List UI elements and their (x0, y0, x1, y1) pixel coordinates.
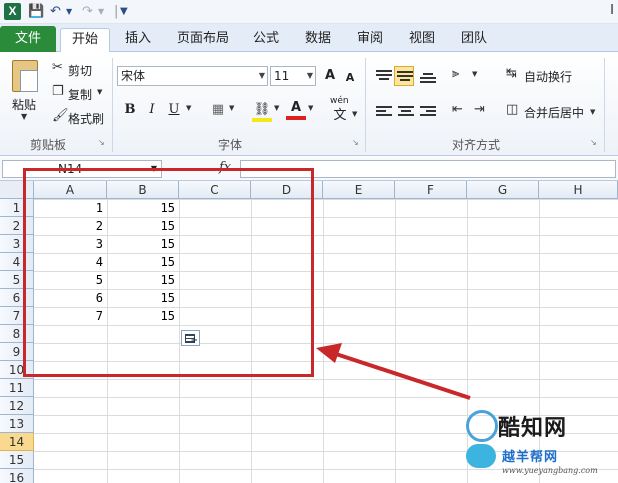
align-center-icon[interactable] (398, 106, 414, 118)
tab-page-layout[interactable]: 页面布局 (170, 28, 236, 52)
paste-button[interactable]: 粘贴 (12, 96, 36, 113)
redo-icon[interactable]: ↷ (82, 3, 93, 20)
column-header-f[interactable]: F (395, 181, 467, 199)
merge-center-icon[interactable]: ◫ (506, 102, 518, 117)
grid-column-line (395, 199, 396, 483)
font-name-combo[interactable]: 宋体 ▼ (117, 66, 268, 86)
clipboard-launcher-icon[interactable]: ↘ (98, 138, 105, 147)
border-dropdown-icon[interactable]: ▼ (229, 104, 234, 112)
ribbon-tabs: 文件 开始 插入 页面布局 公式 数据 审阅 视图 团队 (0, 24, 618, 53)
wrap-text-button[interactable]: 自动换行 (524, 68, 572, 85)
top-align-icon[interactable] (376, 70, 392, 82)
border-icon[interactable]: ▦ (208, 100, 228, 120)
tab-data[interactable]: 数据 (296, 28, 340, 52)
underline-dropdown-icon[interactable]: ▼ (186, 104, 191, 112)
font-color-dropdown-icon[interactable]: ▼ (308, 104, 313, 112)
group-separator (365, 58, 366, 152)
increase-indent-icon[interactable]: ⇥ (474, 102, 485, 117)
italic-button[interactable]: I (142, 100, 162, 120)
paste-dropdown-icon[interactable]: ▼ (21, 112, 27, 121)
tab-insert[interactable]: 插入 (116, 28, 160, 52)
row-header-15[interactable]: 15 (0, 451, 34, 469)
font-size-value: 11 (274, 69, 290, 83)
wrap-text-icon[interactable]: ↹ (506, 66, 517, 81)
shrink-font-button[interactable]: A (340, 68, 360, 88)
cut-button[interactable]: 剪切 (68, 62, 92, 79)
grow-font-button[interactable]: A (320, 66, 340, 86)
undo-icon[interactable]: ↶ (50, 3, 61, 20)
clipboard-group-label: 剪贴板 (30, 138, 67, 152)
chevron-down-icon[interactable]: ▼ (307, 67, 313, 85)
decrease-indent-icon[interactable]: ⇤ (452, 102, 463, 117)
font-launcher-icon[interactable]: ↘ (352, 138, 359, 147)
align-left-icon[interactable] (376, 106, 392, 118)
window-title: I (610, 3, 614, 18)
excel-logo-icon[interactable]: X (4, 3, 21, 20)
alignment-launcher-icon[interactable]: ↘ (590, 138, 597, 147)
column-header-h[interactable]: H (539, 181, 618, 199)
row-header-13[interactable]: 13 (0, 415, 34, 433)
bold-button[interactable]: B (120, 100, 140, 120)
merge-center-button[interactable]: 合并后居中 (524, 104, 584, 121)
qat-separator: | (114, 4, 119, 19)
column-header-g[interactable]: G (467, 181, 539, 199)
font-size-combo[interactable]: 11 ▼ (270, 66, 316, 86)
phonetic-button[interactable]: 文 (330, 106, 350, 126)
annotation-highlight-box (23, 168, 314, 377)
watermark-logo: 酷知网 越羊帮网 www.yueyangbang.com (458, 400, 618, 483)
group-separator (604, 58, 605, 152)
copy-dropdown-icon[interactable]: ▼ (97, 88, 102, 96)
copy-icon[interactable]: ❐ (52, 84, 64, 99)
format-painter-button[interactable]: 格式刷 (68, 110, 104, 127)
tab-home[interactable]: 开始 (60, 28, 110, 53)
merge-dropdown-icon[interactable]: ▼ (590, 108, 595, 116)
ribbon-home: 粘贴 ▼ ✂ 剪切 ❐ 复制 ▼ 🖌 格式刷 剪贴板 ↘ 宋体 ▼ 11 ▼ A… (0, 52, 618, 156)
fill-color-dropdown-icon[interactable]: ▼ (274, 104, 279, 112)
tab-file[interactable]: 文件 (0, 26, 56, 52)
row-header-16[interactable]: 16 (0, 469, 34, 483)
copy-button[interactable]: 复制 (68, 86, 92, 103)
watermark-subtext: 越羊帮网 (502, 450, 559, 465)
middle-align-icon (397, 71, 413, 83)
row-header-14[interactable]: 14 (0, 433, 34, 451)
font-name-value: 宋体 (121, 69, 146, 83)
format-painter-icon[interactable]: 🖌 (52, 108, 69, 123)
phonetic-dropdown-icon[interactable]: ▼ (352, 110, 357, 118)
column-header-e[interactable]: E (323, 181, 395, 199)
orientation-icon[interactable]: ⫸ (452, 66, 459, 81)
group-separator (112, 58, 113, 152)
quick-access-toolbar: X 💾 ↶ ▼ ↷ ▼ | ▼ I (0, 0, 618, 24)
tab-formulas[interactable]: 公式 (244, 28, 288, 52)
phonetic-label: wén (330, 96, 349, 106)
paste-icon[interactable] (12, 60, 38, 92)
font-color-button[interactable]: A (286, 98, 306, 120)
undo-dropdown-icon[interactable]: ▼ (66, 3, 72, 20)
cut-icon[interactable]: ✂ (52, 60, 63, 75)
row-header-12[interactable]: 12 (0, 397, 34, 415)
chevron-down-icon[interactable]: ▼ (259, 67, 265, 85)
underline-button[interactable]: U (164, 100, 184, 120)
orientation-dropdown-icon[interactable]: ▼ (472, 70, 477, 78)
tab-review[interactable]: 审阅 (348, 28, 392, 52)
tab-view[interactable]: 视图 (400, 28, 444, 52)
fill-color-icon[interactable]: ⛓ (252, 100, 272, 122)
redo-dropdown-icon[interactable]: ▼ (98, 3, 104, 20)
save-icon[interactable]: 💾 (28, 3, 44, 20)
tab-team[interactable]: 团队 (452, 28, 496, 52)
font-group-label: 字体 (218, 138, 243, 152)
align-right-icon[interactable] (420, 106, 436, 118)
grid-column-line (323, 199, 324, 483)
watermark-text: 酷知网 (498, 416, 568, 441)
customize-qat-icon[interactable]: ▼ (120, 3, 128, 20)
watermark-wifi-icon (466, 444, 496, 468)
row-header-11[interactable]: 11 (0, 379, 34, 397)
bottom-align-icon[interactable] (420, 73, 436, 85)
watermark-url: www.yueyangbang.com (502, 466, 598, 475)
watermark-ring-icon (466, 410, 498, 442)
alignment-group-label: 对齐方式 (452, 138, 501, 152)
